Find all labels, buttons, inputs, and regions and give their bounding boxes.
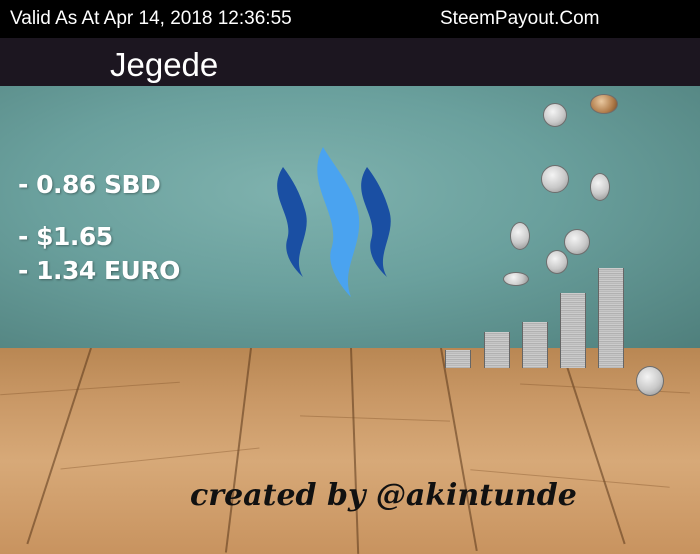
valid-timestamp: Valid As At Apr 14, 2018 12:36:55 [10, 8, 292, 29]
site-name: SteemPayout.Com [440, 8, 600, 29]
wooden-floor [0, 348, 700, 554]
sbd-amount: - 0.86 SBD [18, 170, 161, 199]
usd-amount: - $1.65 [18, 222, 113, 251]
user-name: Jegede [110, 46, 219, 83]
euro-amount: - 1.34 EURO [18, 256, 180, 285]
creator-credit: created by @akintunde [190, 478, 577, 513]
steem-logo-icon [277, 147, 391, 297]
top-bar: Valid As At Apr 14, 2018 12:36:55 SteemP… [0, 0, 700, 38]
user-name-bar: Jegede [0, 38, 700, 86]
